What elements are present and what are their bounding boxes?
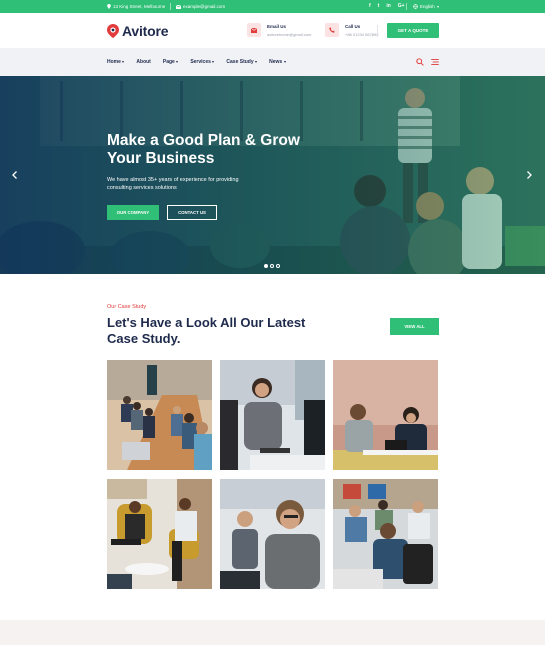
case-study-image[interactable]	[333, 479, 438, 589]
slider-dot[interactable]	[276, 264, 280, 268]
envelope-icon	[247, 23, 261, 37]
nav-label: About	[136, 59, 151, 65]
site-header: Avitore Email Us avitorehome@gmail.com C…	[0, 13, 545, 48]
nav-item-news[interactable]: News	[269, 59, 286, 65]
contact-email[interactable]: Email Us avitorehome@gmail.com	[247, 23, 311, 37]
nav-item-case-study[interactable]: Case Study	[226, 59, 258, 65]
main-nav: Home About Page Services Case Study News	[0, 48, 545, 76]
case-study-title: Let's Have a Look All Our Latest Case St…	[107, 315, 306, 346]
envelope-icon	[176, 4, 181, 9]
our-company-button[interactable]: OUR COMPANY	[107, 205, 159, 220]
language-selector[interactable]: English	[413, 4, 439, 9]
logo-pin-icon	[107, 24, 119, 38]
hero-slider: Make a Good Plan & Grow Your Business We…	[0, 76, 545, 274]
location-pin-icon	[107, 4, 111, 9]
case-study-image[interactable]	[220, 360, 325, 470]
nav-label: Home	[107, 59, 121, 65]
nav-item-home[interactable]: Home	[107, 59, 125, 65]
slider-dot[interactable]	[270, 264, 274, 268]
email-value: avitorehome@gmail.com	[267, 32, 312, 37]
topbar-email[interactable]: example@gmail.com	[176, 4, 225, 9]
hero-title: Make a Good Plan & Grow Your Business	[107, 132, 300, 167]
nav-label: Case Study	[226, 59, 254, 65]
slider-dot[interactable]	[264, 264, 268, 268]
case-study-image[interactable]	[107, 479, 212, 589]
brand-name: Avitore	[122, 23, 169, 39]
case-study-eyebrow: Our Case Study	[107, 304, 147, 310]
topbar-email-text: example@gmail.com	[183, 4, 226, 9]
google-plus-icon[interactable]: G+	[398, 3, 405, 9]
email-label: Email Us	[267, 24, 287, 29]
nav-item-services[interactable]: Services	[190, 59, 215, 65]
social-links: f t in G+	[369, 3, 405, 9]
twitter-icon[interactable]: t	[378, 3, 380, 9]
topbar-address: 13 King Street, Melbourne	[107, 4, 165, 9]
get-quote-button[interactable]: GET A QUOTE	[387, 23, 439, 38]
chevron-left-icon[interactable]	[12, 171, 18, 179]
hero-text: We have almost 35+ years of experience f…	[107, 177, 239, 191]
globe-icon	[413, 4, 418, 9]
nav-item-about[interactable]: About	[136, 59, 150, 65]
logo[interactable]: Avitore	[107, 23, 169, 39]
menu-icon[interactable]	[431, 59, 439, 65]
facebook-icon[interactable]: f	[369, 3, 371, 9]
nav-label: News	[269, 59, 283, 65]
search-icon[interactable]	[416, 58, 424, 66]
chevron-down-icon	[436, 5, 439, 8]
case-study-image[interactable]	[107, 360, 212, 470]
chevron-down-icon	[212, 61, 215, 63]
footer-band	[0, 620, 545, 645]
chevron-down-icon	[122, 61, 125, 63]
case-study-image[interactable]	[220, 479, 325, 589]
contact-phone[interactable]: Call Us +88 01234 567890	[325, 23, 378, 37]
call-value: +88 01234 567890	[345, 32, 379, 37]
chevron-down-icon	[176, 61, 179, 63]
case-study-image[interactable]	[333, 360, 438, 470]
slider-dots	[264, 264, 280, 268]
chevron-down-icon	[255, 61, 258, 63]
contact-us-button[interactable]: CONTACT US	[167, 205, 217, 220]
chevron-down-icon	[283, 61, 286, 63]
top-bar: 13 King Street, Melbourne example@gmail.…	[0, 0, 545, 13]
language-label: English	[420, 4, 435, 9]
view-all-button[interactable]: VIEW ALL	[390, 318, 439, 335]
topbar-address-text: 13 King Street, Melbourne	[113, 4, 166, 9]
nav-label: Page	[162, 59, 175, 65]
linkedin-icon[interactable]: in	[386, 3, 390, 9]
phone-icon	[325, 23, 339, 37]
chevron-right-icon[interactable]	[526, 171, 532, 179]
nav-label: Services	[190, 59, 211, 65]
nav-item-page[interactable]: Page	[162, 59, 179, 65]
call-label: Call Us	[345, 24, 361, 29]
